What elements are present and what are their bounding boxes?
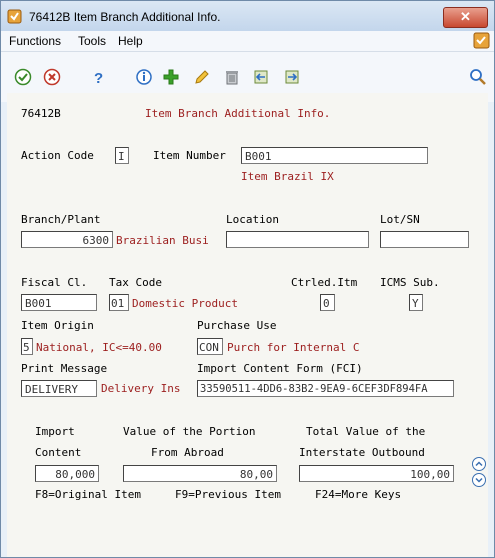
tax-code-description: Domestic Product	[132, 297, 238, 310]
scroll-up-icon[interactable]	[472, 457, 486, 471]
lot-sn-input[interactable]	[380, 231, 469, 248]
scroll-down-icon[interactable]	[472, 473, 486, 487]
delete-icon[interactable]	[223, 68, 241, 86]
export-icon[interactable]	[283, 68, 301, 86]
lot-sn-label: Lot/SN	[380, 213, 420, 226]
tax-code-label: Tax Code	[109, 276, 162, 289]
window-title: 76412B Item Branch Additional Info.	[29, 10, 221, 24]
search-icon[interactable]	[469, 68, 487, 86]
help-icon[interactable]: ?	[89, 68, 107, 86]
print-message-input[interactable]: DELIVERY	[21, 380, 97, 397]
portion-value-label-line1: Value of the Portion	[123, 425, 256, 438]
tax-code-input[interactable]: 01	[109, 294, 129, 311]
import-content-label-line1: Import	[35, 425, 75, 438]
f24-more-keys[interactable]: F24=More Keys	[315, 488, 401, 501]
action-code-label: Action Code	[21, 149, 94, 162]
f9-previous-item[interactable]: F9=Previous Item	[175, 488, 281, 501]
cancel-icon[interactable]	[43, 68, 61, 86]
import-icon[interactable]	[252, 68, 270, 86]
menu-bar: Functions Tools Help	[1, 31, 494, 52]
branch-plant-input[interactable]: 6300	[21, 231, 113, 248]
info-icon[interactable]	[135, 68, 153, 86]
print-message-description: Delivery Ins	[101, 382, 181, 395]
app-icon	[7, 9, 22, 24]
program-id: 76412B	[21, 107, 61, 120]
edit-icon[interactable]	[193, 68, 211, 86]
print-message-label: Print Message	[21, 362, 108, 375]
action-code-input[interactable]: I	[115, 147, 129, 164]
form-title: Item Branch Additional Info.	[145, 107, 331, 120]
menu-tools[interactable]: Tools	[78, 34, 106, 48]
item-origin-label: Item Origin	[21, 319, 94, 332]
item-number-label: Item Number	[153, 149, 226, 162]
item-number-input[interactable]: B001	[241, 147, 428, 164]
purchase-use-description: Purch for Internal C	[227, 341, 360, 354]
interstate-value-label-line1: Total Value of the	[306, 425, 426, 438]
location-input[interactable]	[226, 231, 369, 248]
purchase-use-input[interactable]: CON	[197, 338, 223, 355]
fci-label: Import Content Form (FCI)	[197, 362, 363, 375]
controlled-item-input[interactable]: 0	[320, 294, 335, 311]
interstate-value-label-line2: Interstate Outbound	[299, 446, 425, 459]
icms-sub-label: ICMS Sub.	[380, 276, 440, 289]
item-origin-input[interactable]: 5	[21, 338, 33, 355]
import-content-label-line2: Content	[35, 446, 82, 459]
app-menu-icon[interactable]	[473, 32, 490, 49]
fiscal-class-label: Fiscal Cl.	[21, 276, 88, 289]
item-description: Item Brazil IX	[241, 170, 334, 183]
branch-plant-label: Branch/Plant	[21, 213, 101, 226]
fiscal-class-input[interactable]: B001	[21, 294, 97, 311]
add-icon[interactable]	[162, 68, 180, 86]
application-window: 76412B Item Branch Additional Info. ✕ Fu…	[0, 0, 495, 558]
portion-value-label-line2: From Abroad	[151, 446, 224, 459]
branch-plant-description: Brazilian Busi	[116, 234, 209, 247]
icms-sub-input[interactable]: Y	[409, 294, 423, 311]
interstate-value-input[interactable]: 100,00	[299, 465, 454, 482]
menu-help[interactable]: Help	[118, 34, 143, 48]
title-bar: 76412B Item Branch Additional Info. ✕	[1, 1, 494, 31]
location-label: Location	[226, 213, 279, 226]
controlled-item-label: Ctrled.Itm	[291, 276, 358, 289]
f8-original-item[interactable]: F8=Original Item	[35, 488, 141, 501]
close-button[interactable]: ✕	[443, 7, 488, 28]
item-origin-description: National, IC<=40.00	[36, 341, 162, 354]
form-area: 76412B Item Branch Additional Info. Acti…	[7, 93, 488, 557]
portion-value-input[interactable]: 80,00	[123, 465, 277, 482]
checkmark-icon[interactable]	[14, 68, 32, 86]
svg-text:?: ?	[94, 70, 103, 86]
import-content-input[interactable]: 80,000	[35, 465, 99, 482]
fci-input[interactable]: 33590511-4DD6-83B2-9EA9-6CEF3DF894FA	[197, 380, 454, 397]
purchase-use-label: Purchase Use	[197, 319, 277, 332]
menu-functions[interactable]: Functions	[9, 34, 61, 48]
